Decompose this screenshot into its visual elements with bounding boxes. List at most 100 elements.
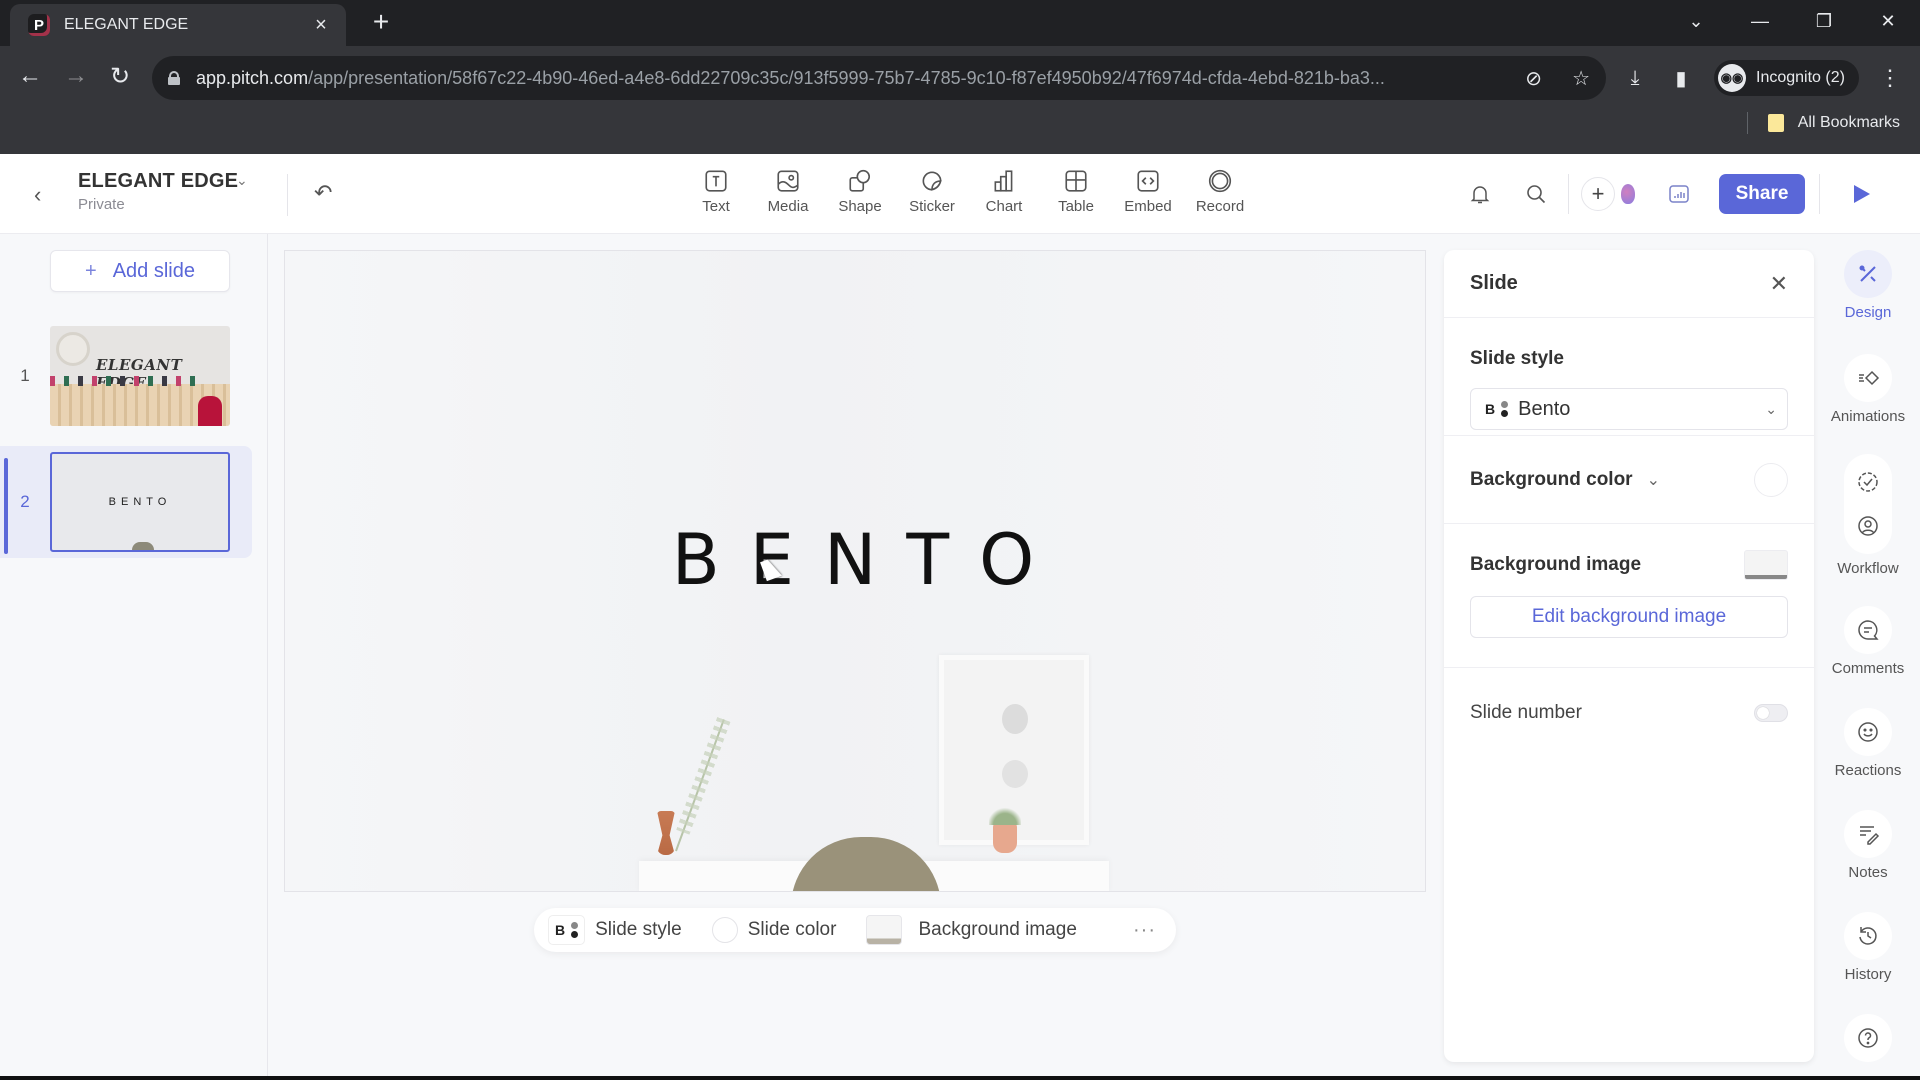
url-text[interactable]: app.pitch.com/app/presentation/58f67c22-…	[196, 68, 1511, 89]
all-bookmarks-link[interactable]: All Bookmarks	[1798, 114, 1900, 132]
chair-image	[132, 542, 154, 550]
collaborator-avatar[interactable]	[1621, 184, 1635, 204]
reload-button[interactable]: ↻	[104, 62, 136, 94]
insert-text-button[interactable]: Text	[680, 168, 752, 215]
document-visibility: Private	[78, 196, 125, 213]
tab-close-icon[interactable]: ×	[310, 14, 332, 37]
color-swatch-icon	[711, 917, 738, 943]
window-controls: ⌄ — ❐ ✕	[1664, 0, 1920, 42]
insert-embed-button[interactable]: Embed	[1112, 168, 1184, 215]
media-icon	[777, 170, 799, 192]
back-button[interactable]: ←	[14, 62, 46, 94]
chevron-down-icon[interactable]: ⌄	[1647, 470, 1660, 490]
rail-history[interactable]: History	[1824, 912, 1912, 983]
slide-thumbnail-row-2[interactable]: 2 BENTO	[0, 446, 252, 558]
background-thumbnail-icon	[866, 915, 903, 945]
workflow-label: Workflow	[1837, 560, 1899, 577]
notes-button[interactable]	[1844, 810, 1892, 858]
slide-thumbnail[interactable]: BENTO	[50, 452, 230, 552]
comment-icon	[1858, 620, 1879, 640]
analytics-icon	[1669, 185, 1689, 203]
style-badge-letter: B	[1485, 401, 1496, 417]
undo-icon[interactable]: ↶	[314, 180, 332, 206]
background-color-label[interactable]: Background color	[1470, 469, 1633, 491]
folder-icon	[1767, 114, 1784, 132]
search-button[interactable]	[1516, 174, 1556, 214]
browser-menu-icon[interactable]: ⋮	[1879, 65, 1901, 91]
title-chevron-down-icon[interactable]: ⌄	[236, 172, 248, 189]
insert-sticker-button[interactable]: Sticker	[896, 168, 968, 215]
rail-animations[interactable]: Animations	[1824, 354, 1912, 425]
slide-list-panel: + Add slide 1 ELEGANT EDGE 2 BENTO	[0, 234, 268, 1076]
slide-style-button[interactable]: B Slide style	[548, 915, 682, 945]
insert-table-button[interactable]: Table	[1040, 168, 1112, 215]
forward-button[interactable]: →	[60, 62, 92, 94]
analytics-button[interactable]	[1659, 174, 1699, 214]
background-image-label: Background image	[1470, 554, 1642, 575]
bookmark-star-icon[interactable]: ☆	[1572, 66, 1590, 91]
slide-number: 2	[20, 492, 30, 511]
insert-chart-button[interactable]: Chart	[968, 168, 1040, 215]
browser-tab[interactable]: P ELEGANT EDGE ×	[10, 4, 346, 46]
background-image-thumbnail[interactable]	[1744, 550, 1788, 580]
close-window-button[interactable]: ✕	[1856, 11, 1920, 32]
slide-color-button[interactable]: Slide color	[711, 917, 836, 943]
background-image-section: Background image Edit background image	[1444, 524, 1814, 668]
animations-button[interactable]	[1844, 354, 1892, 402]
side-panel-icon[interactable]: ▮	[1668, 66, 1694, 91]
insert-toolbar: Text Media Shape Sticker Chart Table Emb…	[680, 168, 1256, 215]
rail-comments[interactable]: Comments	[1824, 606, 1912, 677]
invite-collaborator-button[interactable]: +	[1581, 177, 1615, 211]
history-icon	[1859, 927, 1877, 945]
slide-canvas[interactable]: BENTO	[284, 250, 1426, 892]
present-play-icon[interactable]	[1854, 185, 1870, 203]
slide-style-select[interactable]: B Bento ⌄	[1470, 388, 1788, 430]
new-tab-button[interactable]: +	[366, 6, 396, 42]
workflow-button[interactable]	[1844, 454, 1892, 554]
slide-title-text[interactable]: BENTO	[285, 519, 1425, 601]
text-icon	[705, 170, 727, 192]
address-bar[interactable]: app.pitch.com/app/presentation/58f67c22-…	[152, 56, 1606, 100]
edit-background-image-button[interactable]: Edit background image	[1470, 596, 1788, 638]
animations-icon	[1859, 370, 1880, 386]
rail-reactions[interactable]: Reactions	[1824, 708, 1912, 779]
rail-help[interactable]	[1824, 1014, 1912, 1062]
restore-button[interactable]: ❐	[1792, 11, 1856, 32]
insert-record-button[interactable]: Record	[1184, 168, 1256, 215]
back-chevron-icon[interactable]: ‹	[34, 182, 41, 208]
screen-bottom-edge	[0, 1076, 1920, 1080]
insert-table-label: Table	[1058, 198, 1094, 215]
reactions-button[interactable]	[1844, 708, 1892, 756]
comments-button[interactable]	[1844, 606, 1892, 654]
tab-search-icon[interactable]: ⌄	[1664, 11, 1728, 32]
profile-button[interactable]: ◉◉ Incognito (2)	[1714, 60, 1859, 96]
add-slide-button[interactable]: + Add slide	[50, 250, 230, 292]
help-button[interactable]	[1844, 1014, 1892, 1062]
insert-shape-button[interactable]: Shape	[824, 168, 896, 215]
eye-off-icon[interactable]: ⊘	[1525, 66, 1542, 91]
insert-shape-label: Shape	[838, 198, 882, 215]
slide-thumbnail[interactable]: ELEGANT EDGE	[50, 326, 230, 426]
embed-icon	[1137, 170, 1159, 192]
status-check-icon	[1858, 472, 1878, 492]
background-image-button[interactable]: Background image	[866, 915, 1077, 945]
design-button[interactable]	[1844, 250, 1892, 298]
share-button[interactable]: Share	[1719, 174, 1805, 214]
rail-workflow[interactable]: Workflow	[1824, 454, 1912, 577]
download-icon[interactable]: ⤓	[1622, 67, 1648, 90]
rail-notes[interactable]: Notes	[1824, 810, 1912, 881]
slide-number-toggle[interactable]	[1754, 704, 1788, 722]
minimize-button[interactable]: —	[1728, 11, 1792, 32]
notifications-button[interactable]	[1460, 174, 1500, 214]
slide-thumbnail-row-1[interactable]: 1 ELEGANT EDGE	[0, 320, 252, 432]
rail-design[interactable]: Design	[1824, 250, 1912, 321]
slide-number-label: Slide number	[1470, 702, 1582, 723]
more-options-icon[interactable]: ···	[1133, 919, 1156, 942]
insert-media-button[interactable]: Media	[752, 168, 824, 215]
close-panel-icon[interactable]: ✕	[1770, 271, 1788, 297]
document-title[interactable]: ELEGANT EDGE	[78, 170, 238, 193]
background-color-swatch[interactable]	[1754, 462, 1788, 497]
design-icon	[1859, 265, 1876, 282]
slide-style-section: Slide style B Bento ⌄	[1444, 318, 1814, 436]
history-button[interactable]	[1844, 912, 1892, 960]
